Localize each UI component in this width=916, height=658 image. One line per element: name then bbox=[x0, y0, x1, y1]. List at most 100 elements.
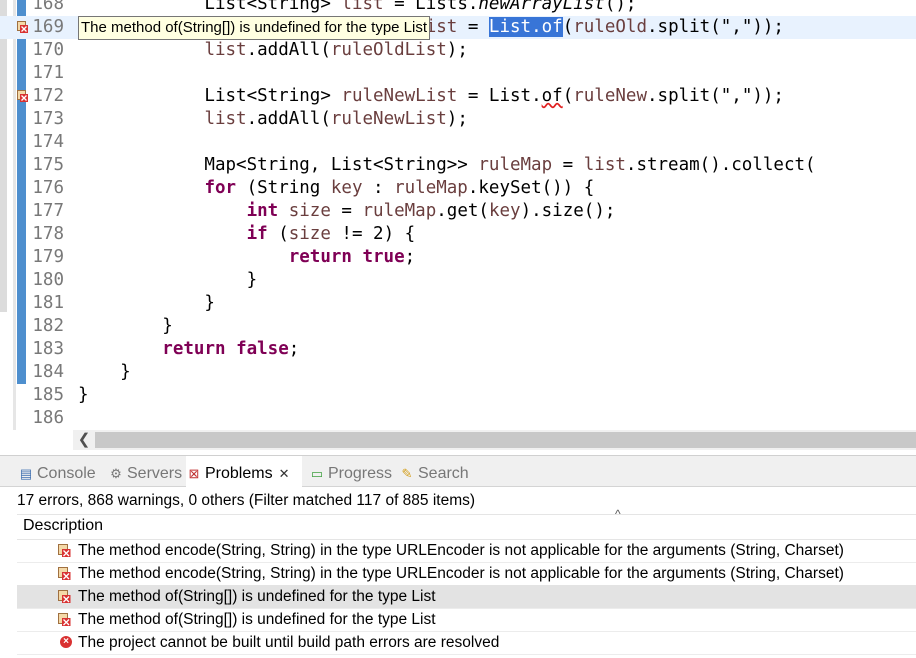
progress-icon: ▭ bbox=[310, 466, 324, 481]
code-line[interactable]: 179 return true; bbox=[0, 246, 916, 269]
code-token: true bbox=[362, 247, 405, 267]
error-icon bbox=[58, 590, 71, 603]
code-line[interactable]: 184 } bbox=[0, 361, 916, 384]
code-text[interactable]: } bbox=[78, 315, 173, 338]
code-token: ); bbox=[446, 109, 468, 129]
code-token: = bbox=[330, 201, 363, 221]
line-number: 171 bbox=[32, 63, 64, 83]
tab-problems[interactable]: ⊠ Problems ✕ bbox=[186, 456, 302, 487]
code-token: return bbox=[162, 339, 226, 359]
code-line[interactable]: 170 list.addAll(ruleOldList); bbox=[0, 39, 916, 62]
code-token: false bbox=[236, 339, 289, 359]
code-token: List<String> bbox=[78, 86, 342, 106]
line-number: 178 bbox=[32, 224, 64, 244]
code-line[interactable]: 176 for (String key : ruleMap.keySet()) … bbox=[0, 177, 916, 200]
tab-label: Servers bbox=[127, 465, 183, 482]
code-line[interactable]: 183 return false; bbox=[0, 338, 916, 361]
tab-progress[interactable]: ▭ Progress bbox=[309, 456, 395, 486]
line-number: 176 bbox=[32, 178, 64, 198]
code-text[interactable]: return false; bbox=[78, 338, 299, 361]
scrollbar-thumb[interactable] bbox=[95, 432, 916, 448]
line-number: 173 bbox=[32, 109, 64, 129]
code-token: ).size(); bbox=[520, 201, 616, 221]
code-text[interactable]: int size = ruleMap.get(key).size(); bbox=[78, 200, 616, 223]
chevron-left-icon[interactable]: ❮ bbox=[73, 430, 95, 450]
code-line[interactable]: 171 bbox=[0, 62, 916, 85]
problem-row[interactable]: The method of(String[]) is undefined for… bbox=[17, 585, 916, 609]
code-token: .split(",")); bbox=[647, 17, 784, 37]
code-editor[interactable]: 168 List<String> list = Lists.newArrayLi… bbox=[0, 0, 916, 430]
code-token: ruleNew bbox=[573, 86, 647, 106]
code-token: ( bbox=[267, 224, 289, 244]
code-text[interactable]: } bbox=[78, 384, 89, 407]
code-token: list bbox=[341, 0, 384, 14]
code-line[interactable]: 168 List<String> list = Lists.newArrayLi… bbox=[0, 0, 916, 16]
error-icon bbox=[58, 567, 71, 580]
code-text[interactable]: Map<String, List<String>> ruleMap = list… bbox=[78, 154, 815, 177]
code-text[interactable]: List<String> list = Lists.newArrayList()… bbox=[78, 0, 636, 16]
code-token: } bbox=[78, 385, 89, 405]
code-text[interactable]: if (size != 2) { bbox=[78, 223, 416, 246]
code-token: .get( bbox=[436, 201, 489, 221]
problems-summary: 17 errors, 868 warnings, 0 others (Filte… bbox=[17, 492, 476, 509]
code-text[interactable]: List<String> ruleNewList = List.of(ruleN… bbox=[78, 85, 784, 108]
code-token: key bbox=[488, 201, 521, 221]
code-text[interactable]: return true; bbox=[78, 246, 415, 269]
code-line[interactable]: 181 } bbox=[0, 292, 916, 315]
code-text[interactable]: } bbox=[78, 361, 131, 384]
tab-search[interactable]: ✎ Search bbox=[399, 456, 471, 486]
code-line[interactable]: 182 } bbox=[0, 315, 916, 338]
code-token: List<String> bbox=[78, 0, 342, 14]
code-text[interactable]: } bbox=[78, 292, 215, 315]
code-token: = List. bbox=[457, 86, 542, 106]
line-number: 168 bbox=[32, 0, 64, 14]
column-header-description[interactable]: Description bbox=[23, 517, 103, 535]
code-text[interactable]: } bbox=[78, 269, 258, 292]
horizontal-scrollbar[interactable]: ❮ bbox=[73, 430, 916, 450]
code-token: Map<String, List<String>> bbox=[78, 155, 479, 175]
error-marker-icon[interactable] bbox=[17, 90, 28, 102]
close-icon[interactable]: ✕ bbox=[279, 466, 290, 481]
line-number: 169 bbox=[32, 17, 64, 37]
error-icon bbox=[58, 613, 71, 626]
code-line[interactable]: 185} bbox=[0, 384, 916, 407]
problem-row[interactable]: The method encode(String, String) in the… bbox=[17, 539, 916, 563]
code-line[interactable]: 174 bbox=[0, 131, 916, 154]
code-token: = Lists. bbox=[383, 0, 479, 14]
error-tooltip: The method of(String[]) is undefined for… bbox=[78, 16, 431, 40]
code-text[interactable]: list.addAll(ruleOldList); bbox=[78, 39, 467, 62]
code-line[interactable]: 180 } bbox=[0, 269, 916, 292]
error-circle-icon: × bbox=[60, 636, 72, 648]
code-token: return bbox=[288, 247, 352, 267]
code-token: ruleMap bbox=[394, 178, 468, 198]
tab-servers[interactable]: ⚙ Servers bbox=[108, 456, 183, 486]
code-line[interactable]: 173 list.addAll(ruleNewList); bbox=[0, 108, 916, 131]
code-token: (); bbox=[604, 0, 637, 14]
code-line[interactable]: 172 List<String> ruleNewList = List.of(r… bbox=[0, 85, 916, 108]
code-line[interactable]: 177 int size = ruleMap.get(key).size(); bbox=[0, 200, 916, 223]
servers-icon: ⚙ bbox=[110, 466, 122, 481]
code-token: ruleNewList bbox=[341, 86, 458, 106]
code-text[interactable]: list.addAll(ruleNewList); bbox=[78, 108, 468, 131]
line-number: 174 bbox=[32, 132, 64, 152]
problem-row[interactable]: × The project cannot be built until build… bbox=[17, 631, 916, 655]
problem-row[interactable]: The method encode(String, String) in the… bbox=[17, 562, 916, 586]
line-number: 175 bbox=[32, 155, 64, 175]
line-number: 170 bbox=[32, 40, 64, 60]
code-line[interactable]: 178 if (size != 2) { bbox=[0, 223, 916, 246]
error-marker-icon[interactable] bbox=[17, 21, 28, 33]
code-text[interactable]: for (String key : ruleMap.keySet()) { bbox=[78, 177, 594, 200]
problem-row[interactable]: The method of(String[]) is undefined for… bbox=[17, 608, 916, 632]
code-line[interactable]: 175 Map<String, List<String>> ruleMap = … bbox=[0, 154, 916, 177]
problems-icon: ⊠ bbox=[188, 466, 200, 481]
tab-console[interactable]: ▤ Console bbox=[18, 456, 102, 486]
line-number: 177 bbox=[32, 201, 64, 221]
code-token: (String bbox=[236, 178, 331, 198]
code-line[interactable]: 186 bbox=[0, 407, 916, 430]
